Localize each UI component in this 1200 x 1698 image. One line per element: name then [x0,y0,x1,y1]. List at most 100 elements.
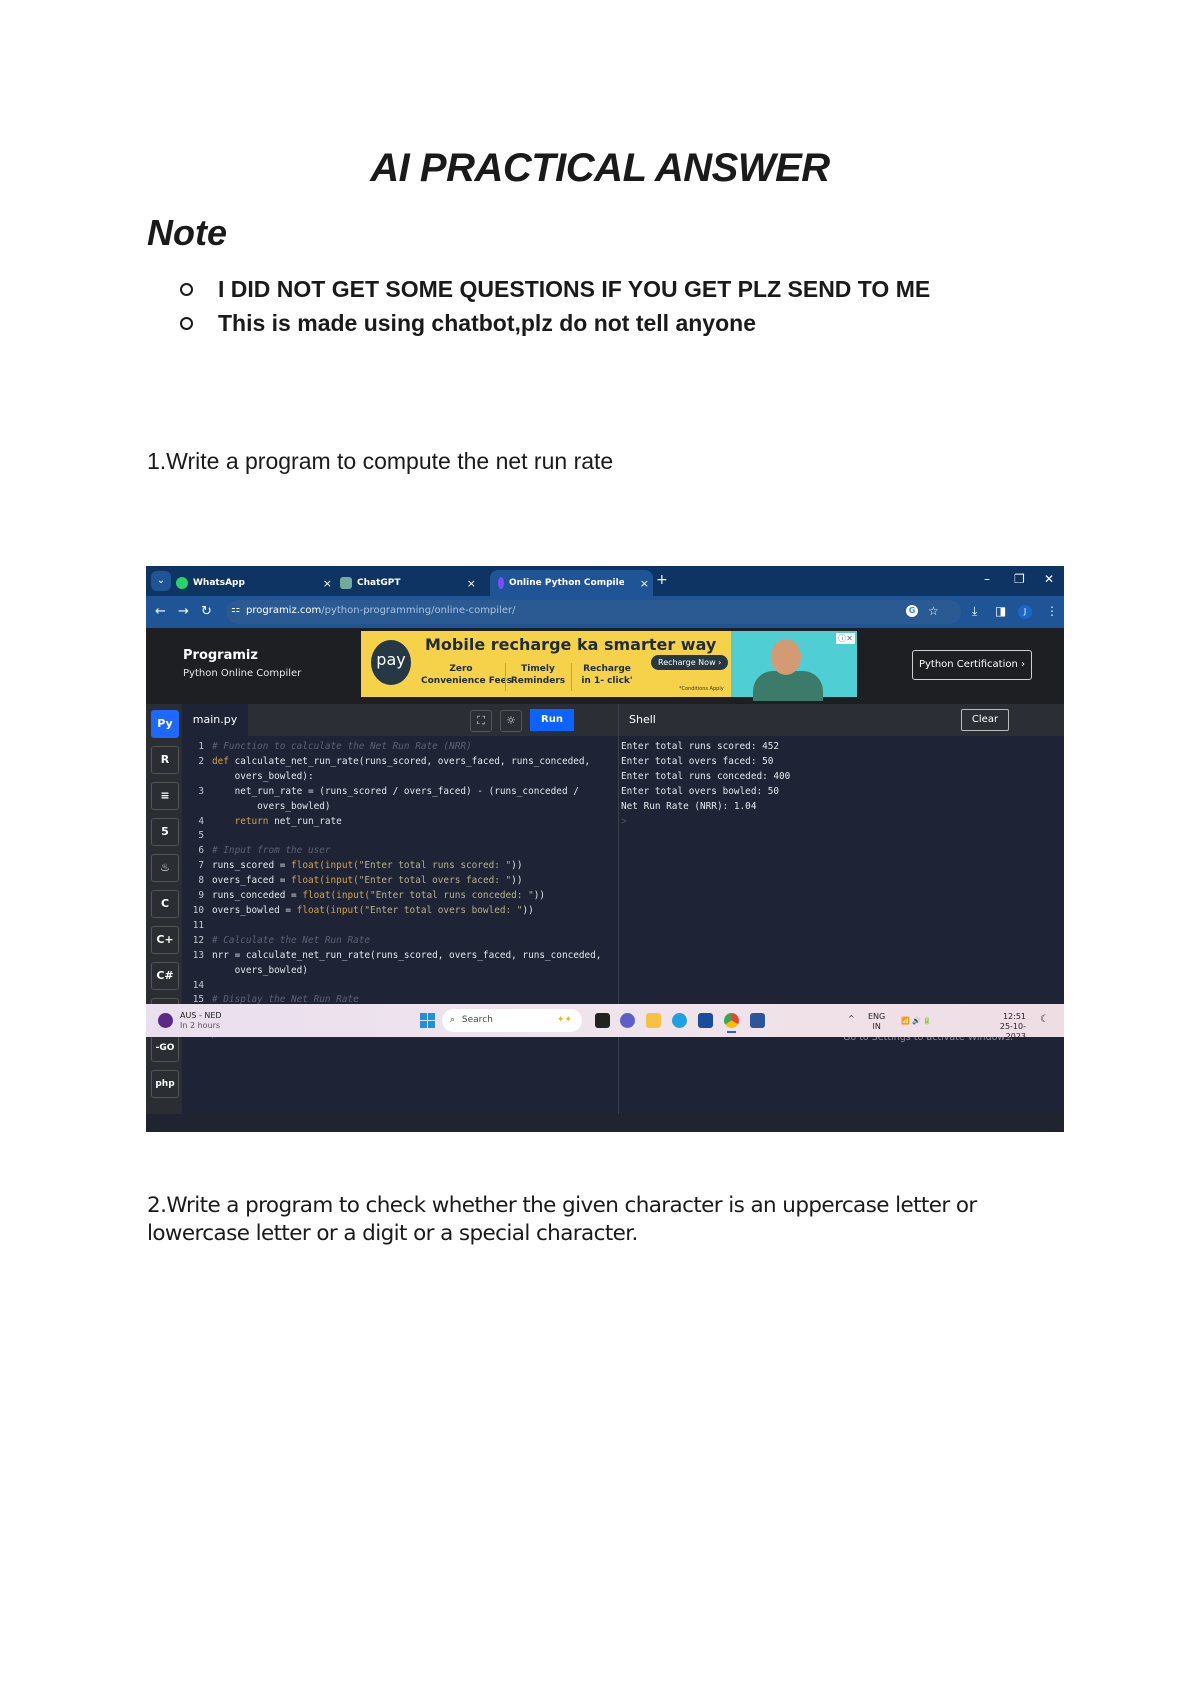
microsoft-store-icon[interactable] [698,1013,713,1028]
tab-search-dropdown[interactable]: ⌄ [151,571,171,591]
tab-online-python-compiler[interactable]: Online Python Compiler (Inter × [490,570,653,596]
shell-output-line: Enter total runs conceded: 400 [621,770,791,782]
clock[interactable]: 12:51 25-10-2023 [986,1012,1026,1042]
code-line[interactable]: 14 [182,979,618,994]
python-language-icon[interactable]: Py [151,710,179,738]
code-editor[interactable]: main.py ⛶ ☼ Run 1 # Function to calculate… [182,704,618,1114]
line-number: 8 [198,875,204,887]
php-language-icon[interactable]: php [151,1070,179,1098]
code-line[interactable]: 5 [182,829,618,844]
profile-avatar[interactable]: J [1018,605,1032,619]
chrome-icon[interactable] [724,1013,739,1033]
line-number: 12 [192,934,204,946]
whatsapp-icon [176,577,188,589]
python-certification-button[interactable]: Python Certification › [912,650,1032,680]
ad-choices-icon[interactable]: ⓘ✕ [836,633,855,644]
code-line[interactable]: 4 return net_run_rate [182,815,618,830]
run-button[interactable]: Run [530,709,574,731]
new-tab-button[interactable]: + [656,572,668,588]
tab-chatgpt[interactable]: ChatGPT × [340,570,480,596]
teams-chat-icon[interactable] [620,1013,635,1028]
tray-overflow-icon[interactable]: ^ [848,1014,855,1024]
code-line[interactable]: 8 overs_faced = float(input("Enter total … [182,874,618,889]
code-line[interactable]: 2 def calculate_net_run_rate(runs_scored,… [182,755,618,770]
shell-output[interactable]: Enter total runs scored: 452 Enter total… [621,740,790,829]
line-number: 9 [198,890,204,902]
forward-button[interactable]: → [178,604,189,619]
code-line[interactable]: 12 # Calculate the Net Run Rate [182,934,618,949]
url-domain: programiz.com [246,605,322,616]
code-line[interactable]: overs_bowled) [182,964,618,979]
editor-toolbar: main.py ⛶ ☼ Run [182,704,618,736]
html-language-icon[interactable]: 5 [151,818,179,846]
code-line[interactable]: overs_bowled): [182,770,618,785]
url-input[interactable]: ⚏ programiz.com/python-programming/onlin… [226,600,961,624]
code-line[interactable]: 6 # Input from the user [182,844,618,859]
network-volume-battery-icons[interactable]: 📶 🔊 🔋 [901,1016,932,1026]
edge-browser-icon[interactable] [672,1013,687,1028]
shell-prompt[interactable]: > [621,815,790,830]
file-tab-main-py[interactable]: main.py [182,704,248,736]
site-info-icon[interactable]: ⚏ [231,604,240,615]
file-explorer-icon[interactable] [646,1013,661,1028]
programiz-logo[interactable]: Programiz [183,648,258,663]
close-tab-icon[interactable]: × [640,577,649,590]
code-line[interactable]: overs_bowled) [182,800,618,815]
csharp-language-icon[interactable]: C# [151,962,179,990]
code-line[interactable]: 7 runs_scored = float(input("Enter total … [182,859,618,874]
tab-whatsapp[interactable]: WhatsApp × [176,570,336,596]
google-lens-icon[interactable]: G [906,605,918,617]
close-tab-icon[interactable]: × [467,577,476,590]
code-line[interactable]: 3 net_run_rate = (runs_scored / overs_fa… [182,785,618,800]
cpp-language-icon[interactable]: C+ [151,926,179,954]
code-line[interactable]: 13 nrr = calculate_net_run_rate(runs_scor… [182,949,618,964]
code-token: runs_conceded = [212,890,303,902]
bookmark-star-icon[interactable]: ☆ [928,604,939,618]
close-tab-icon[interactable]: × [323,577,332,590]
code-text: overs_bowled) [212,964,308,979]
region-code: IN [872,1022,881,1031]
fullscreen-icon[interactable]: ⛶ [470,710,492,732]
code-text: def calculate_net_run_rate(runs_scored, … [212,755,590,770]
side-panel-icon[interactable]: ◨ [995,604,1006,618]
ad-headline: Mobile recharge ka smarter way [425,635,717,654]
code-text: net_run_rate = (runs_scored / overs_face… [212,785,579,800]
code-text: nrr = calculate_net_run_rate(runs_scored… [212,949,601,964]
task-view-icon[interactable] [595,1013,610,1028]
weather-widget[interactable]: AUS - NED In 2 hours [180,1011,222,1031]
c-language-icon[interactable]: C [151,890,179,918]
r-language-icon[interactable]: R [151,746,179,774]
code-line[interactable]: 11 [182,919,618,934]
code-line[interactable]: 10 overs_bowled = float(input("Enter tota… [182,904,618,919]
windows-start-icon[interactable] [420,1013,435,1028]
weather-widget-icon[interactable] [158,1013,173,1028]
taskbar-search[interactable]: ⌕ Search ✦✦ [442,1009,582,1032]
clear-button[interactable]: Clear [961,709,1009,731]
back-button[interactable]: ← [155,604,166,619]
code-lines[interactable]: 1 # Function to calculate the Net Run Rat… [182,740,618,1039]
weather-subtitle: In 2 hours [180,1021,221,1030]
code-text: # Function to calculate the Net Run Rate… [212,740,472,755]
minimize-button[interactable]: – [984,572,990,586]
recharge-now-button[interactable]: Recharge Now › [651,655,729,670]
browser-menu-icon[interactable]: ⋮ [1046,604,1058,618]
download-icon[interactable]: ⤓ [972,604,977,619]
close-window-button[interactable]: ✕ [1044,572,1054,586]
advertisement-banner[interactable]: pay Mobile recharge ka smarter way Zero … [361,631,857,701]
sql-language-icon[interactable]: ≡ [151,782,179,810]
theme-toggle-icon[interactable]: ☼ [500,710,522,732]
language-code: ENG [868,1012,886,1021]
tab-label: Online Python Compiler (Inter [509,578,624,588]
code-token: return [212,815,275,827]
go-language-icon[interactable]: -GO [151,1034,179,1062]
ad-divider [571,663,572,691]
code-line[interactable]: 9 runs_conceded = float(input("Enter tota… [182,889,618,904]
restore-button[interactable]: ❐ [1014,572,1025,586]
code-line[interactable]: 1 # Function to calculate the Net Run Rat… [182,740,618,755]
language-indicator[interactable]: ENG IN [868,1012,885,1032]
word-icon[interactable] [750,1013,765,1028]
java-language-icon[interactable]: ♨ [151,854,179,882]
code-token: float(input( [302,890,371,902]
reload-button[interactable]: ↻ [201,604,212,619]
notifications-icon[interactable]: ☾ [1040,1015,1049,1025]
